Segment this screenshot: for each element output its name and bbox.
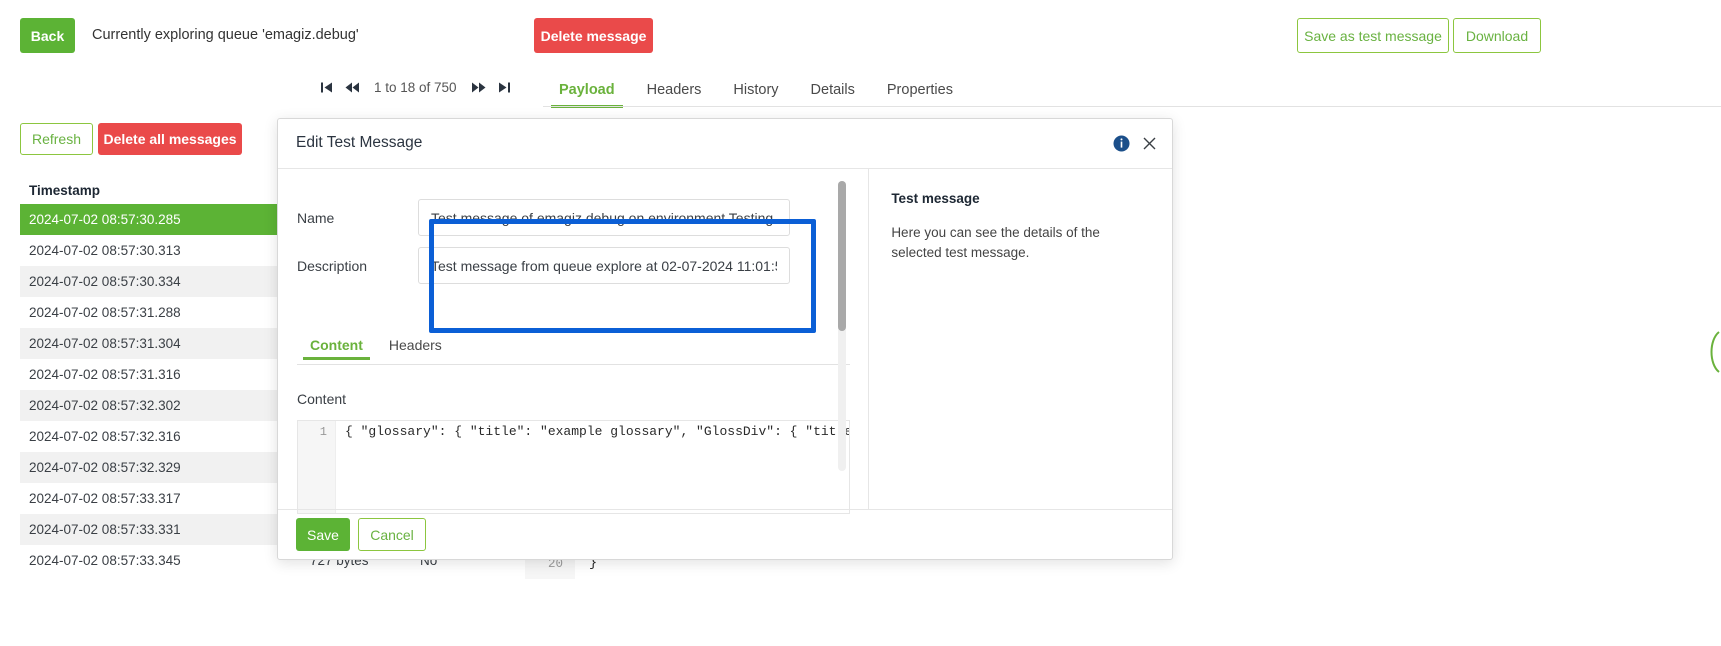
cell-timestamp: 2024-07-02 08:57:32.329: [20, 460, 310, 475]
back-button[interactable]: Back: [20, 18, 75, 53]
info-icon[interactable]: [1113, 135, 1130, 152]
tab-bar-divider: [543, 106, 1721, 107]
close-icon[interactable]: [1139, 133, 1159, 153]
tab-payload[interactable]: Payload: [543, 72, 631, 108]
cell-timestamp: 2024-07-02 08:57:31.288: [20, 305, 310, 320]
cell-timestamp: 2024-07-02 08:57:32.316: [20, 429, 310, 444]
content-editor[interactable]: 1 { "glossary": { "title": "example glos…: [297, 420, 850, 514]
description-input[interactable]: [418, 247, 790, 284]
delete-message-button[interactable]: Delete message: [534, 18, 653, 53]
cell-timestamp: 2024-07-02 08:57:30.313: [20, 243, 310, 258]
inner-tab-headers[interactable]: Headers: [376, 337, 455, 360]
name-label: Name: [278, 210, 418, 226]
last-page-icon[interactable]: [492, 74, 518, 100]
pagination-info: 1 to 18 of 750: [365, 80, 466, 95]
previous-page-icon[interactable]: [339, 74, 365, 100]
tab-properties[interactable]: Properties: [871, 72, 969, 108]
dialog-body: Name Description Content Headers Content: [278, 169, 1172, 509]
dialog-header: Edit Test Message: [278, 119, 1172, 169]
description-field-row: Description: [278, 247, 790, 284]
name-input[interactable]: [418, 199, 790, 236]
tab-details[interactable]: Details: [795, 72, 871, 108]
dialog-info-panel: Test message Here you can see the detail…: [869, 169, 1172, 509]
name-field-row: Name: [278, 199, 790, 236]
dialog-footer: Save Cancel: [278, 509, 1172, 559]
payload-tab-bar: Payload Headers History Details Properti…: [543, 70, 969, 108]
cell-timestamp: 2024-07-02 08:57:33.317: [20, 491, 310, 506]
delete-all-messages-button[interactable]: Delete all messages: [98, 123, 242, 155]
cell-timestamp: 2024-07-02 08:57:32.302: [20, 398, 310, 413]
page-edge-marker: [1705, 330, 1721, 374]
cell-timestamp: 2024-07-02 08:57:33.345: [20, 553, 310, 568]
next-page-icon[interactable]: [466, 74, 492, 100]
inner-tab-content[interactable]: Content: [297, 337, 376, 360]
editor-code[interactable]: { "glossary": { "title": "example glossa…: [336, 421, 849, 513]
cell-timestamp: 2024-07-02 08:57:30.334: [20, 274, 310, 289]
cell-timestamp: 2024-07-02 08:57:30.285: [20, 212, 310, 227]
queue-explorer-page: Back Currently exploring queue 'emagiz.d…: [0, 0, 1721, 646]
scrollbar-thumb[interactable]: [838, 181, 846, 331]
line-number: 1: [298, 421, 335, 443]
cell-timestamp: 2024-07-02 08:57:31.304: [20, 336, 310, 351]
top-toolbar: Back Currently exploring queue 'emagiz.d…: [0, 0, 1721, 70]
queue-context-label: Currently exploring queue 'emagiz.debug': [92, 27, 359, 43]
description-label: Description: [278, 258, 418, 274]
download-button[interactable]: Download: [1453, 18, 1541, 53]
cell-timestamp: 2024-07-02 08:57:33.331: [20, 522, 310, 537]
dialog-form-panel: Name Description Content Headers Content: [278, 169, 869, 509]
content-tab-divider: [297, 364, 850, 365]
cancel-button[interactable]: Cancel: [358, 518, 426, 551]
line-text: { "glossary": { "title": "example glossa…: [345, 421, 849, 443]
form-scrollbar[interactable]: [838, 181, 846, 471]
info-panel-text: Here you can see the details of the sele…: [891, 223, 1150, 264]
first-page-icon[interactable]: [313, 74, 339, 100]
content-tab-bar: Content Headers: [297, 337, 850, 360]
content-label: Content: [297, 391, 346, 407]
cell-timestamp: 2024-07-02 08:57:31.316: [20, 367, 310, 382]
info-panel-title: Test message: [891, 191, 1150, 206]
pagination-controls: 1 to 18 of 750: [313, 70, 518, 104]
tab-history[interactable]: History: [717, 72, 794, 108]
column-header-timestamp: Timestamp: [20, 183, 310, 198]
save-as-test-message-button[interactable]: Save as test message: [1297, 18, 1449, 53]
tab-headers[interactable]: Headers: [631, 72, 718, 108]
save-button[interactable]: Save: [296, 518, 350, 551]
edit-test-message-dialog: Edit Test Message Name: [277, 118, 1173, 560]
editor-gutter: 1: [298, 421, 336, 513]
dialog-title: Edit Test Message: [296, 134, 422, 152]
refresh-button[interactable]: Refresh: [20, 123, 93, 155]
